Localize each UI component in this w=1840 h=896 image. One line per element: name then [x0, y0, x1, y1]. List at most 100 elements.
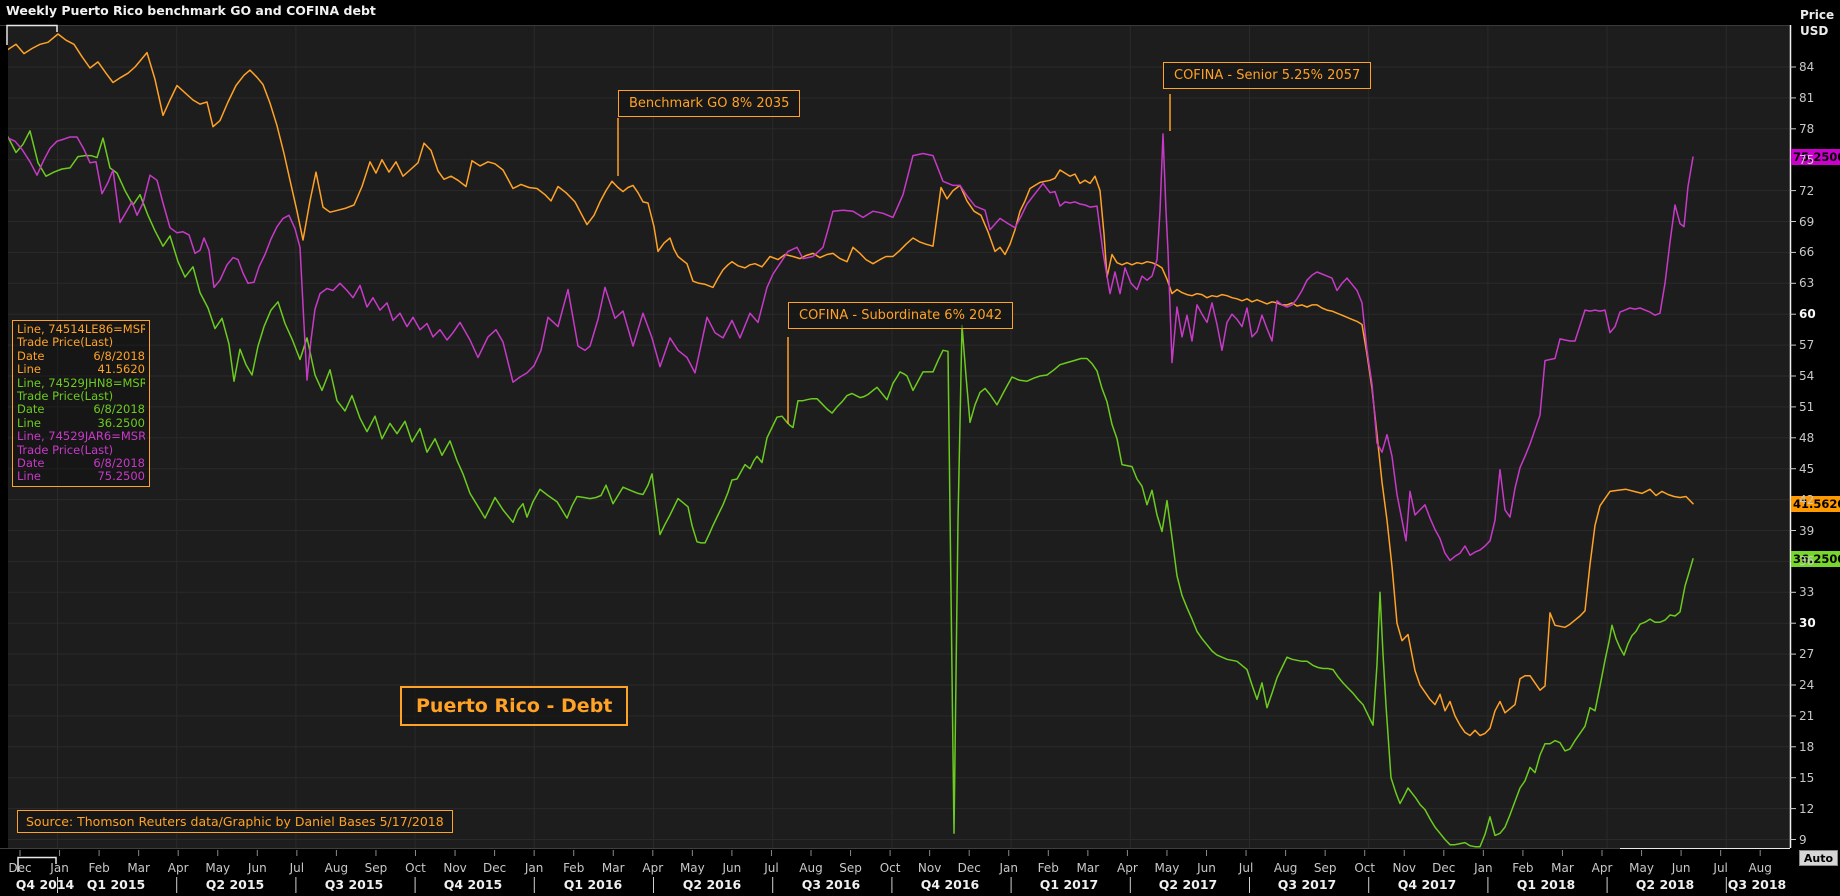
month-label: Sep: [1313, 861, 1337, 875]
month-label: Aug: [1273, 861, 1298, 875]
month-label: Jun: [1197, 861, 1216, 875]
y-tick-label: 42: [1799, 492, 1815, 507]
y-tick-label: 12: [1799, 801, 1815, 816]
quarter-label: Q3 2018: [1727, 877, 1787, 892]
month-label: Jan: [999, 861, 1019, 875]
month-label: Mar: [601, 861, 625, 875]
legend-date-label: Date: [17, 349, 45, 363]
legend-group-cofina-senior: Line, 74529JAR6=MSRB Trade Price(Last) D…: [17, 430, 145, 484]
legend-date-value: 6/8/2018: [93, 349, 145, 363]
month-label: Sep: [839, 861, 862, 875]
gridlines: [8, 25, 1790, 848]
annotation-pr-debt[interactable]: Puerto Rico - Debt: [400, 686, 629, 726]
legend-value: 41.5620: [97, 363, 145, 377]
series-line: [8, 133, 1694, 562]
quarter-label: Q3 2016: [801, 877, 861, 892]
y-tick-label: 24: [1799, 678, 1815, 692]
legend-value-label: Line: [17, 416, 41, 430]
month-label: Feb: [88, 861, 110, 875]
month-label: Jul: [764, 861, 779, 875]
y-tick-label: 84: [1799, 60, 1815, 74]
annotation-cofina-sub[interactable]: COFINA - Subordinate 6% 2042: [788, 302, 1014, 329]
y-tick-label: 33: [1799, 585, 1815, 600]
month-label: Aug: [799, 861, 823, 875]
y-tick-label: 27: [1799, 647, 1815, 662]
legend-value: 75.2500: [97, 470, 145, 484]
quarter-label: Q2 2017: [1158, 877, 1218, 892]
y-tick-label: 39: [1799, 523, 1815, 538]
quarter-label: Q1 2015: [86, 877, 146, 892]
month-label: Jan: [50, 861, 69, 875]
month-label: Oct: [1354, 861, 1376, 875]
quarter-label: Q3 2017: [1277, 877, 1337, 892]
y-tick-label: 36: [1799, 554, 1815, 569]
month-label: Dec: [8, 861, 32, 875]
month-label: Dec: [957, 861, 981, 875]
annotation-cofina-senior[interactable]: COFINA - Senior 5.25% 2057: [1163, 62, 1372, 89]
y-tick-label: 54: [1799, 369, 1815, 383]
y-tick-label: 18: [1799, 739, 1815, 754]
month-label: Dec: [482, 861, 507, 875]
y-tick-label: 72: [1799, 183, 1815, 198]
month-label: Jun: [1671, 861, 1691, 875]
month-label: May: [679, 861, 705, 875]
y-tick-label: 51: [1799, 399, 1815, 414]
month-label: Mar: [127, 861, 150, 875]
y-tick-label: 60: [1799, 307, 1816, 322]
y-tick-label: 45: [1799, 461, 1815, 476]
month-label: Jun: [722, 861, 742, 875]
y-tick-label: 75: [1799, 152, 1815, 167]
price-axis-unit-line2: USD: [1800, 24, 1829, 38]
legend-group-go: Line, 74514LE86=MSRB Trade Price(Last) D…: [17, 323, 145, 377]
month-label: Sep: [364, 861, 388, 875]
quarter-label: Q2 2018: [1635, 877, 1695, 892]
quarter-label: Q2 2016: [682, 877, 742, 892]
series-line: [8, 130, 1694, 848]
quarter-label: Q4 2014: [15, 877, 75, 892]
month-label: Apr: [642, 861, 664, 875]
month-label: Jun: [247, 861, 267, 875]
legend-field: Trade Price(Last): [17, 390, 114, 404]
month-label: Feb: [1512, 861, 1534, 875]
series-lines: [8, 33, 1694, 848]
legend-line-id: Line, 74514LE86=MSRB: [17, 323, 145, 336]
chart-title: Weekly Puerto Rico benchmark GO and COFI…: [6, 3, 376, 18]
legend-group-cofina-sub: Line, 74529JHN8=MSRB Trade Price(Last) D…: [17, 377, 145, 431]
legend-box[interactable]: Line, 74514LE86=MSRB Trade Price(Last) D…: [12, 320, 150, 487]
month-label: Nov: [1392, 861, 1416, 875]
month-label: Mar: [1076, 861, 1100, 875]
month-label: Jul: [289, 861, 305, 875]
quarter-label: Q4 2015: [443, 877, 503, 892]
month-label: Apr: [1591, 861, 1613, 875]
quarter-label: Q1 2016: [563, 877, 623, 892]
y-tick-label: 48: [1799, 430, 1815, 445]
y-tick-label: 66: [1799, 245, 1815, 260]
y-tick-label: 30: [1799, 616, 1816, 631]
month-label: Apr: [1117, 861, 1138, 875]
legend-date-label: Date: [17, 403, 45, 417]
quarter-label: Q4 2017: [1397, 877, 1457, 892]
price-axis-unit: Price USD: [1800, 7, 1834, 39]
y-tick-label: 81: [1799, 90, 1815, 105]
frame-corner-top-left: [6, 24, 58, 45]
legend-value: 36.2500: [97, 416, 145, 430]
month-label: Dec: [1432, 861, 1456, 875]
month-label: Aug: [1748, 861, 1772, 875]
auto-scale-button[interactable]: Auto: [1799, 850, 1838, 866]
annotation-benchmark-go[interactable]: Benchmark GO 8% 2035: [618, 90, 801, 117]
quarter-label: Q2 2015: [205, 877, 265, 892]
legend-field: Trade Price(Last): [17, 336, 114, 350]
month-label: Jan: [1474, 861, 1493, 875]
month-label: Oct: [405, 861, 426, 875]
month-label: Jul: [1713, 861, 1728, 875]
y-tick-label: 63: [1799, 276, 1815, 291]
legend-line-id: Line, 74529JAR6=MSRB: [17, 430, 145, 444]
y-tick-label: 15: [1799, 770, 1815, 785]
legend-value-label: Line: [17, 470, 41, 484]
quarter-label: Q4 2016: [920, 877, 980, 892]
month-label: Nov: [443, 861, 467, 875]
legend-date-value: 6/8/2018: [93, 403, 145, 417]
y-tick-label: 9: [1799, 832, 1807, 847]
month-label: Apr: [167, 861, 189, 875]
legend-date-label: Date: [17, 457, 45, 471]
